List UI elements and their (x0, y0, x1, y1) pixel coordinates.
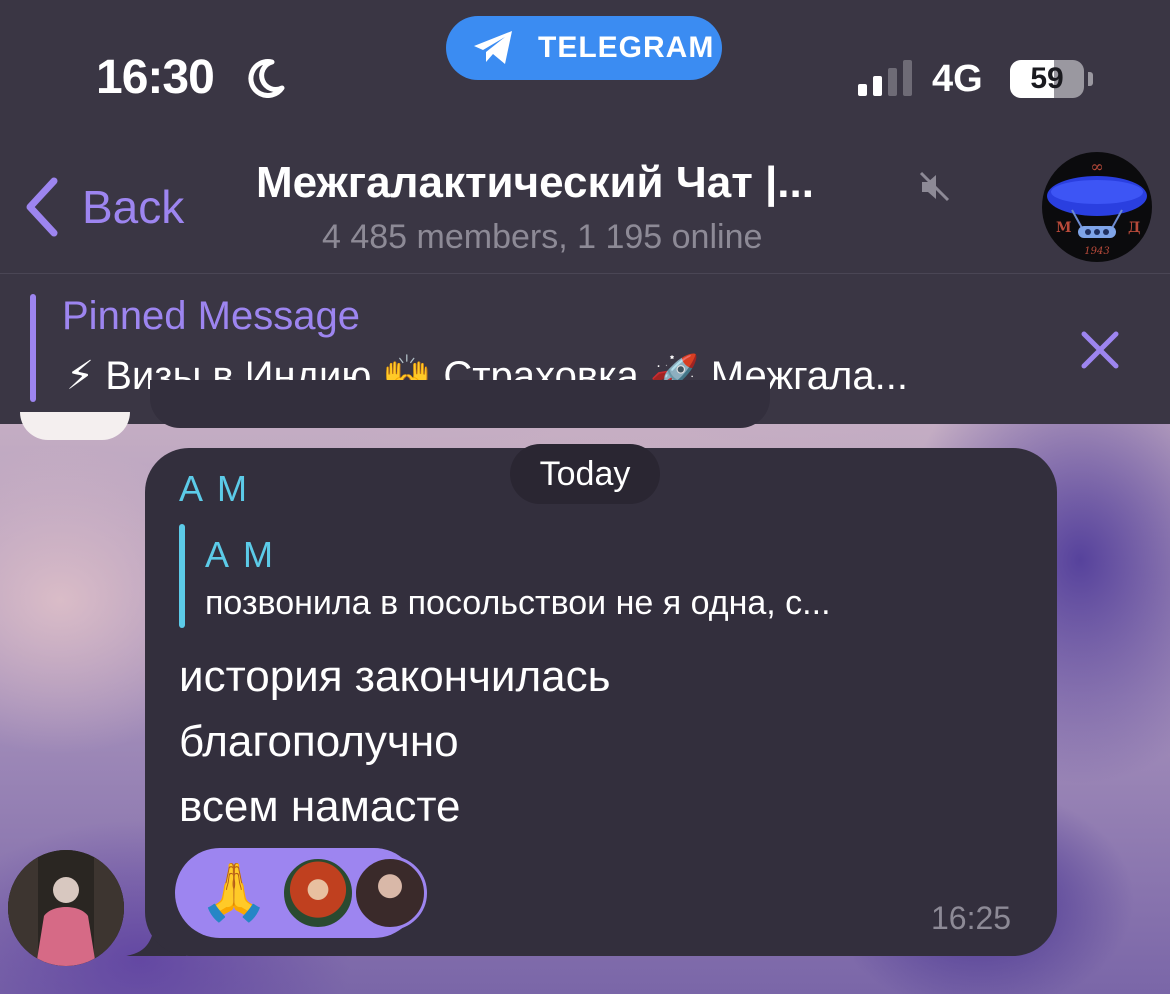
network-type: 4G (932, 58, 983, 100)
group-avatar[interactable]: ∞ М Д 1943 (1042, 152, 1152, 262)
date-divider: Today (510, 444, 660, 504)
telegram-label: TELEGRAM (538, 31, 715, 64)
reactor-avatar (353, 856, 427, 930)
avatar-infinity: ∞ (1090, 157, 1103, 176)
back-label: Back (82, 181, 185, 233)
battery-icon: 59 (1010, 60, 1084, 98)
message-line: благополучно (179, 717, 459, 766)
chevron-left-icon (26, 177, 58, 237)
reactor-avatar (281, 856, 355, 930)
reply-sender-name: А М (205, 534, 276, 575)
sender-name[interactable]: А М (179, 468, 249, 510)
reply-text: позвонила в посольствои не я одна, с... (205, 584, 831, 622)
signal-icon (858, 60, 912, 96)
sender-avatar[interactable] (8, 850, 124, 966)
moon-icon (248, 59, 285, 98)
message-time: 16:25 (931, 900, 1012, 936)
avatar-letter-right: Д (1128, 220, 1140, 236)
pinned-indicator (30, 294, 36, 402)
chat-title[interactable]: Межгалактический Чат |... (256, 158, 814, 208)
battery-percent: 59 (1030, 62, 1064, 95)
close-icon[interactable] (1076, 326, 1124, 374)
airship-logo-icon: ∞ М Д 1943 (1047, 157, 1147, 257)
pinned-title: Pinned Message (62, 294, 360, 338)
pray-emoji-icon: 🙏 (199, 860, 269, 923)
battery-tip (1088, 72, 1093, 86)
avatar-year: 1943 (1084, 246, 1109, 257)
message-bubble[interactable]: А М А М позвонила в посольствои не я одн… (145, 448, 1057, 956)
telegram-app-pill[interactable]: TELEGRAM (446, 16, 722, 80)
message-line: всем намасте (179, 782, 461, 831)
previous-message-bubble[interactable] (150, 380, 770, 428)
message-line: история закончилась (179, 652, 611, 701)
reaction-button[interactable]: 🙏 (175, 848, 427, 938)
members-count: 4 485 members, 1 195 online (322, 218, 763, 256)
clock: 16:30 (96, 51, 215, 104)
reply-indicator (179, 524, 185, 628)
muted-speaker-icon (919, 171, 950, 202)
telegram-plane-icon (474, 31, 512, 64)
message-text: история закончилась благополучно всем на… (179, 644, 611, 839)
status-bar: 16:30 TELEGRAM 4G 59 (0, 0, 1170, 130)
previous-sender-avatar[interactable] (20, 412, 130, 440)
person-photo-icon (8, 850, 124, 966)
reply-quote[interactable]: А М позвонила в посольствои не я одна, с… (179, 524, 1039, 628)
chat-header: Back Межгалактический Чат |... 4 485 mem… (0, 130, 1170, 274)
back-button[interactable]: Back (22, 172, 184, 242)
avatar-letter-left: М (1056, 220, 1072, 236)
